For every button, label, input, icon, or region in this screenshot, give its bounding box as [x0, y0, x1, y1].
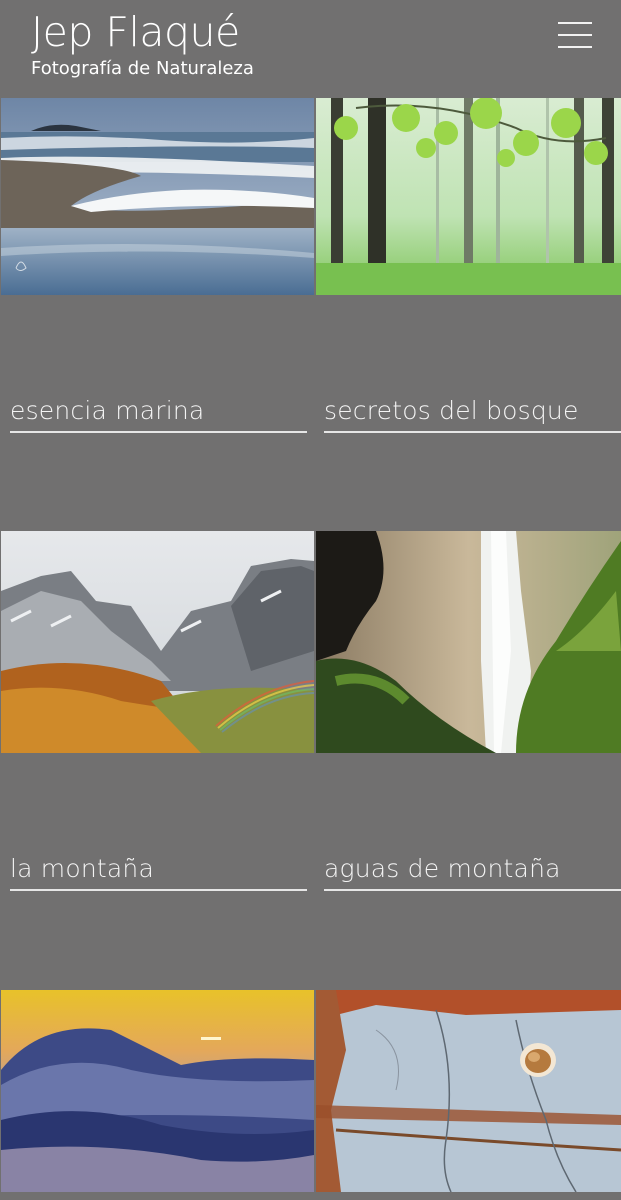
gallery-link-aguas-de-montana[interactable]: aguas de montaña — [324, 854, 561, 883]
gallery-tile-esencia-marina[interactable] — [1, 98, 314, 295]
site-subtitle: Fotografía de Naturaleza — [31, 58, 254, 79]
site-header: Jep Flaqué Fotografía de Naturaleza — [0, 0, 621, 98]
sea-of-clouds-sunset-photo — [1, 990, 314, 1192]
mountain-rainbow-photo — [1, 531, 314, 753]
gallery-tile-secretos-del-bosque[interactable] — [316, 98, 621, 295]
gallery-caption-secretos-del-bosque: secretos del bosque — [324, 391, 621, 433]
gallery-tile-sea-of-clouds[interactable] — [1, 990, 314, 1192]
gallery-caption-aguas-de-montana: aguas de montaña — [324, 849, 621, 891]
seascape-beach-photo — [1, 98, 314, 295]
gallery-link-esencia-marina[interactable]: esencia marina — [10, 396, 204, 425]
gallery-caption-esencia-marina: esencia marina — [10, 391, 307, 433]
gallery-tile-rock-shell[interactable] — [316, 990, 621, 1192]
gallery-caption-la-montana: la montaña — [10, 849, 307, 891]
misty-forest-photo — [316, 98, 621, 295]
site-title[interactable]: Jep Flaqué — [31, 6, 240, 58]
rock-with-shell-photo — [316, 990, 621, 1192]
hamburger-menu-icon[interactable] — [558, 21, 592, 49]
waterfall-photo — [316, 531, 621, 753]
gallery-link-la-montana[interactable]: la montaña — [10, 854, 154, 883]
gallery-tile-la-montana[interactable] — [1, 531, 314, 753]
gallery-tile-aguas-de-montana[interactable] — [316, 531, 621, 753]
gallery-link-secretos-del-bosque[interactable]: secretos del bosque — [324, 396, 579, 425]
